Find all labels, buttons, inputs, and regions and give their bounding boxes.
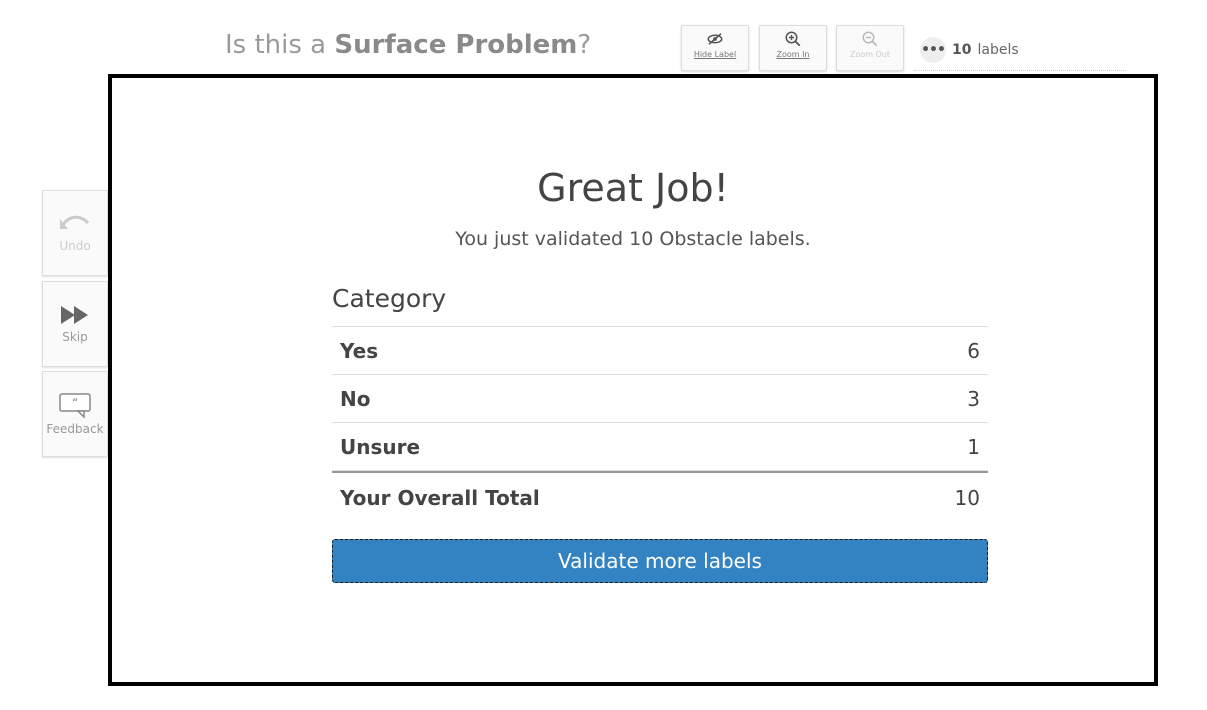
zoom-in-button[interactable]: Zoom In: [759, 25, 827, 71]
hide-label-text: Hide Label: [693, 50, 737, 59]
feedback-label: Feedback: [46, 422, 104, 436]
row-value: 3: [967, 386, 980, 411]
table-row: Unsure 1: [332, 423, 988, 471]
svg-text:“: “: [72, 396, 78, 410]
row-value: 1: [967, 434, 980, 459]
undo-icon: [60, 215, 90, 229]
question-suffix: ?: [577, 30, 592, 60]
total-row: Your Overall Total 10: [332, 471, 988, 522]
table-row: No 3: [332, 375, 988, 423]
row-label: Unsure: [340, 434, 421, 459]
category-header: Category: [332, 284, 988, 327]
mission-complete-modal: Great Job! You just validated 10 Obstacl…: [108, 74, 1158, 686]
labels-count-number: 10: [952, 42, 972, 58]
total-value: 10: [954, 485, 980, 510]
question-prefix: Is this a: [225, 30, 335, 60]
stats-table: Category Yes 6 No 3 Unsure 1 Your Overal…: [332, 284, 988, 522]
skip-button[interactable]: Skip: [42, 281, 108, 367]
zoom-in-icon: [785, 31, 801, 47]
row-value: 6: [967, 338, 980, 363]
undo-label: Undo: [59, 239, 91, 253]
validate-more-labels-button[interactable]: Validate more labels: [332, 539, 988, 583]
modal-title: Great Job!: [537, 166, 729, 210]
zoom-out-text: Zoom Out: [849, 50, 891, 59]
eye-slash-icon: [707, 33, 723, 45]
question-label-type: Surface Problem: [334, 30, 578, 60]
fast-forward-icon: [61, 306, 88, 324]
row-label: Yes: [340, 338, 379, 363]
modal-subtitle: You just validated 10 Obstacle labels.: [455, 228, 811, 250]
undo-button[interactable]: Undo: [42, 190, 108, 276]
hide-label-button[interactable]: Hide Label: [681, 25, 749, 71]
skip-label: Skip: [62, 330, 88, 344]
total-label: Your Overall Total: [340, 485, 540, 510]
more-options-icon[interactable]: •••: [920, 37, 946, 63]
row-label: No: [340, 386, 371, 411]
zoom-out-icon: [862, 31, 878, 47]
speech-bubble-icon: “: [59, 393, 91, 418]
zoom-in-text: Zoom In: [776, 50, 810, 59]
feedback-button[interactable]: “ Feedback: [42, 371, 108, 457]
labels-counter: ••• 10 labels: [914, 30, 1126, 71]
labels-count-word: labels: [977, 42, 1019, 58]
table-row: Yes 6: [332, 327, 988, 375]
page-title: Is this a Surface Problem?: [225, 30, 591, 60]
zoom-out-button[interactable]: Zoom Out: [836, 25, 904, 71]
